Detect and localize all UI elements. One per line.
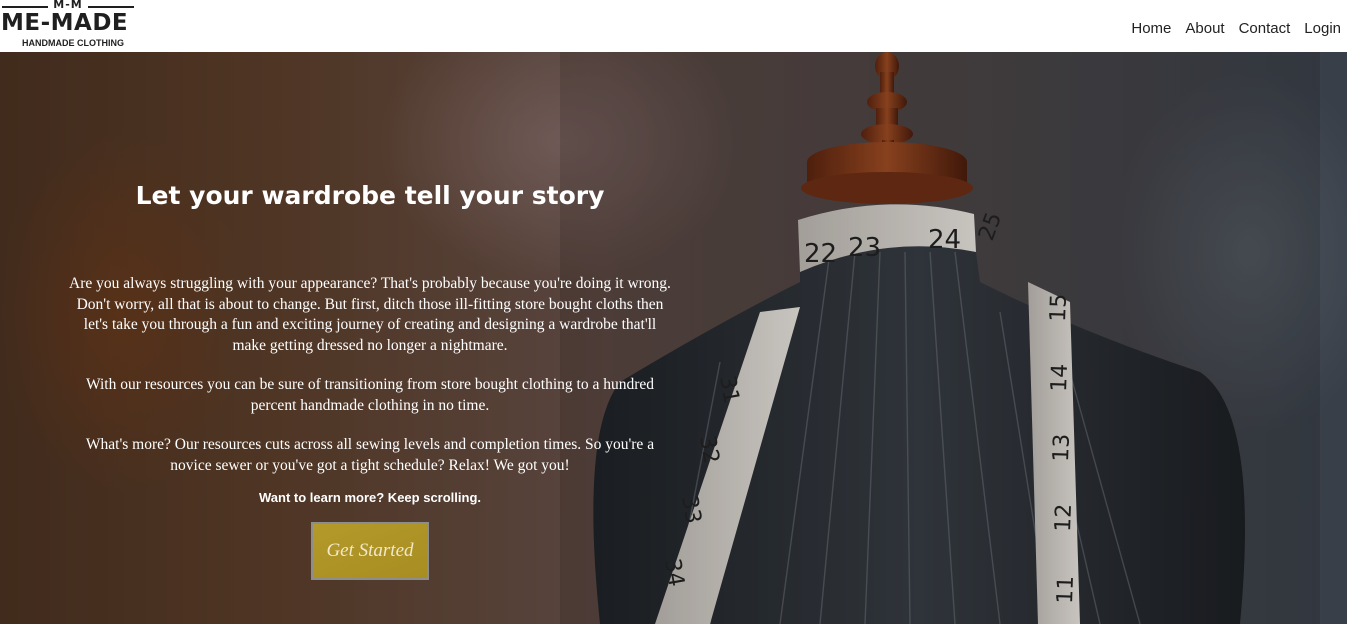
top-navbar: M-M ME-MADE HANDMADE CLOTHING Home About… bbox=[0, 0, 1347, 52]
nav-link-contact[interactable]: Contact bbox=[1239, 18, 1291, 40]
nav-link-home[interactable]: Home bbox=[1131, 18, 1171, 40]
hero-title: Let your wardrobe tell your story bbox=[135, 181, 605, 210]
nav-link-about[interactable]: About bbox=[1185, 18, 1224, 40]
hero-paragraph-intro: Are you always struggling with your appe… bbox=[69, 275, 671, 354]
hero-section: 22 23 24 25 31 32 33 34 15 14 13 12 11 L… bbox=[0, 52, 1347, 624]
hero-paragraph-levels: What's more? Our resources cuts across a… bbox=[85, 436, 655, 474]
brand-tagline: HANDMADE CLOTHING bbox=[22, 38, 124, 48]
brand-name: ME-MADE bbox=[1, 10, 129, 36]
brand-logo[interactable]: M-M ME-MADE HANDMADE CLOTHING bbox=[0, 0, 150, 52]
nav-link-login[interactable]: Login bbox=[1304, 18, 1341, 40]
get-started-button[interactable]: Get Started bbox=[311, 522, 429, 580]
hero-scroll-note: Want to learn more? Keep scrolling. bbox=[259, 490, 481, 505]
main-nav: Home About Contact Login bbox=[1117, 18, 1341, 40]
hero-paragraph-resources: With our resources you can be sure of tr… bbox=[85, 376, 654, 414]
hero-content: Let your wardrobe tell your story Are yo… bbox=[60, 180, 680, 580]
logo-divider-right bbox=[88, 6, 134, 8]
logo-divider-left bbox=[2, 6, 48, 8]
